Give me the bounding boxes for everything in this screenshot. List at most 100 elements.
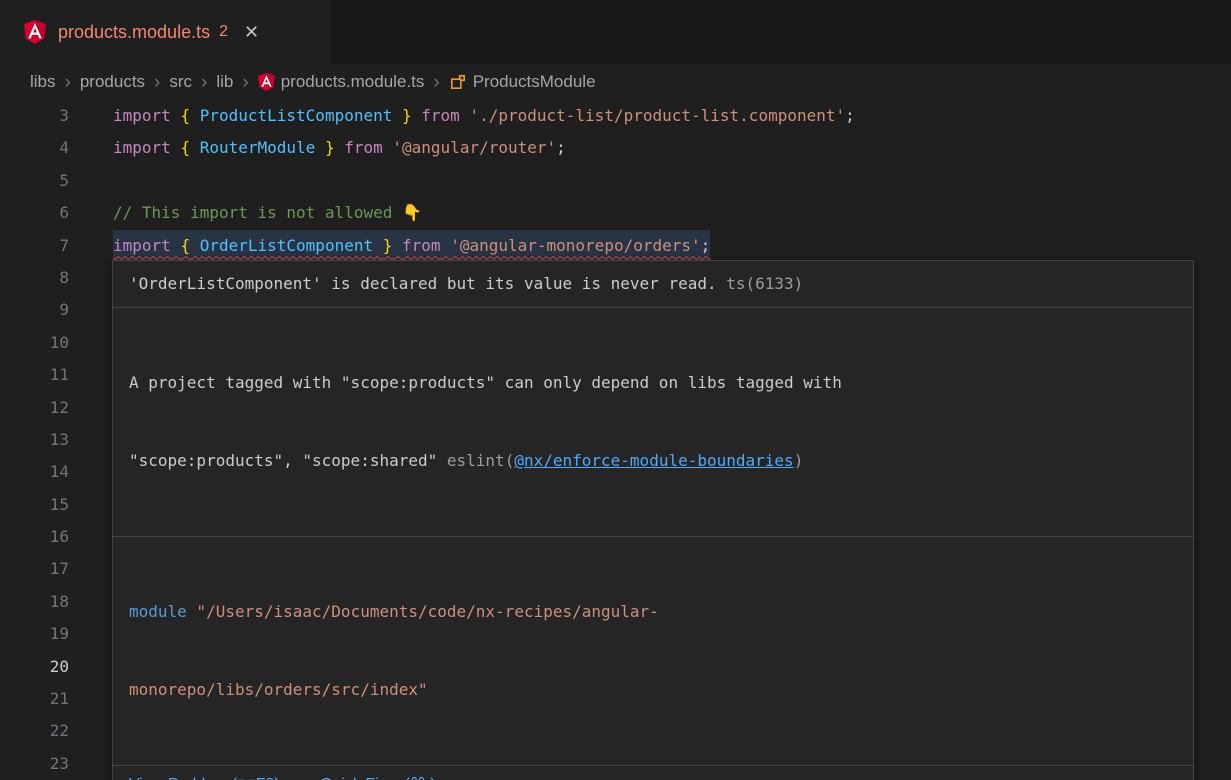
token-kw: from <box>344 138 383 157</box>
eslint-rule-link[interactable]: @nx/enforce-module-boundaries <box>514 451 793 470</box>
token-pn <box>383 138 393 157</box>
line-number[interactable]: 23 <box>0 748 113 780</box>
code-text[interactable]: import { ProductListComponent } from './… <box>113 100 855 132</box>
quickinfo-line2: monorepo/libs/orders/src/index" <box>129 677 1177 703</box>
chevron-right-icon: › <box>65 73 71 92</box>
token-pn <box>441 236 451 255</box>
line-number[interactable]: 6 <box>0 197 113 229</box>
diagnostic-message: 'OrderListComponent' is declared but its… <box>129 274 717 293</box>
token-kw: from <box>421 106 460 125</box>
code-line[interactable]: 4import { RouterModule } from '@angular/… <box>0 132 1231 164</box>
symbol-class-icon <box>449 73 467 91</box>
token-pn <box>171 138 181 157</box>
module-path: monorepo/libs/orders/src/index" <box>129 680 428 699</box>
breadcrumb: libs › products › src › lib › products.m… <box>0 64 1231 100</box>
token-pn <box>171 236 181 255</box>
line-number[interactable]: 17 <box>0 553 113 585</box>
hover-diagnostic-ts: 'OrderListComponent' is declared but its… <box>113 261 1193 307</box>
line-number[interactable]: 12 <box>0 392 113 424</box>
token-emo: 👇 <box>402 203 422 222</box>
token-str: './product-list/product-list.component' <box>469 106 845 125</box>
code-text[interactable]: import { RouterModule } from '@angular/r… <box>113 132 566 164</box>
problems-count-badge: 2 <box>219 23 228 41</box>
line-number[interactable]: 7 <box>0 230 113 262</box>
close-icon[interactable]: ✕ <box>244 22 259 43</box>
diagnostic-code: ts(6133) <box>726 274 803 293</box>
breadcrumb-item-lib[interactable]: lib <box>216 72 233 92</box>
breadcrumb-label: lib <box>216 72 233 92</box>
line-number[interactable]: 13 <box>0 424 113 456</box>
diagnostic-message-line1: A project tagged with "scope:products" c… <box>129 370 1177 396</box>
token-pn: ; <box>701 236 711 255</box>
line-number[interactable]: 8 <box>0 262 113 294</box>
diagnostic-message-line2: "scope:products", "scope:shared" eslint(… <box>129 448 1177 474</box>
line-number[interactable]: 4 <box>0 132 113 164</box>
tab-products-module[interactable]: products.module.ts 2 ✕ <box>0 0 330 64</box>
breadcrumb-label: src <box>169 72 192 92</box>
quick-fix-action[interactable]: Quick Fix... (⌘.) <box>320 776 436 780</box>
code-line[interactable]: 5 <box>0 165 1231 197</box>
tab-label: products.module.ts <box>58 22 210 43</box>
breadcrumb-label: ProductsModule <box>473 72 596 92</box>
token-pn: ; <box>845 106 855 125</box>
breadcrumb-label: products.module.ts <box>281 72 425 92</box>
line-number[interactable]: 9 <box>0 294 113 326</box>
angular-icon <box>24 20 46 44</box>
token-pn: ; <box>556 138 566 157</box>
line-number[interactable]: 15 <box>0 489 113 521</box>
breadcrumb-item-libs[interactable]: libs <box>30 72 56 92</box>
code-text-error[interactable]: import { OrderListComponent } from '@ang… <box>113 230 710 262</box>
code-line[interactable]: 6// This import is not allowed 👇 <box>0 197 1231 229</box>
token-type: RouterModule <box>190 138 325 157</box>
token-pn <box>335 138 345 157</box>
token-str: '@angular-monorepo/orders' <box>450 236 700 255</box>
breadcrumb-label: libs <box>30 72 56 92</box>
quickinfo-line1: module "/Users/isaac/Documents/code/nx-r… <box>129 599 1177 625</box>
diagnostic-source-close: ) <box>794 451 804 470</box>
line-number[interactable]: 3 <box>0 100 113 132</box>
hover-actions: View Problem (⌥F8) Quick Fix... (⌘.) <box>113 765 1193 780</box>
diagnostic-text: A project tagged with "scope:products" c… <box>129 373 842 392</box>
line-number[interactable]: 19 <box>0 618 113 650</box>
diagnostic-text: "scope:products", "scope:shared" <box>129 451 447 470</box>
token-pn <box>171 106 181 125</box>
chevron-right-icon: › <box>154 73 160 92</box>
line-number[interactable]: 22 <box>0 715 113 747</box>
token-kw: from <box>402 236 441 255</box>
line-number[interactable]: 18 <box>0 586 113 618</box>
view-problem-action[interactable]: View Problem (⌥F8) <box>129 776 280 780</box>
token-kw: import <box>113 138 171 157</box>
token-str: '@angular/router' <box>392 138 556 157</box>
module-keyword: module <box>129 602 187 621</box>
token-pn <box>392 236 402 255</box>
token-b1: } <box>325 138 335 157</box>
token-cmt: // This import is not allowed <box>113 203 402 222</box>
hover-popup: 'OrderListComponent' is declared but its… <box>112 260 1194 780</box>
line-number[interactable]: 10 <box>0 327 113 359</box>
line-number[interactable]: 21 <box>0 683 113 715</box>
code-line[interactable]: 7import { OrderListComponent } from '@an… <box>0 230 1231 262</box>
chevron-right-icon: › <box>201 73 207 92</box>
chevron-right-icon: › <box>242 73 248 92</box>
line-number[interactable]: 5 <box>0 165 113 197</box>
breadcrumb-item-file[interactable]: products.module.ts <box>258 72 425 92</box>
diagnostic-source <box>717 274 727 293</box>
token-type: ProductListComponent <box>190 106 402 125</box>
line-number[interactable]: 11 <box>0 359 113 391</box>
line-number[interactable]: 20 <box>0 651 113 683</box>
token-b1: { <box>180 138 190 157</box>
line-number[interactable]: 14 <box>0 456 113 488</box>
angular-icon <box>258 73 275 91</box>
breadcrumb-item-products[interactable]: products <box>80 72 145 92</box>
token-pn <box>412 106 422 125</box>
tab-bar: products.module.ts 2 ✕ <box>0 0 1231 64</box>
breadcrumb-item-symbol[interactable]: ProductsModule <box>449 72 596 92</box>
token-b1: } <box>402 106 412 125</box>
code-line[interactable]: 3import { ProductListComponent } from '.… <box>0 100 1231 132</box>
token-pn <box>460 106 470 125</box>
editor[interactable]: 3import { ProductListComponent } from '.… <box>0 100 1231 780</box>
code-text[interactable]: // This import is not allowed 👇 <box>113 197 422 229</box>
token-b1: { <box>180 236 190 255</box>
breadcrumb-item-src[interactable]: src <box>169 72 192 92</box>
line-number[interactable]: 16 <box>0 521 113 553</box>
